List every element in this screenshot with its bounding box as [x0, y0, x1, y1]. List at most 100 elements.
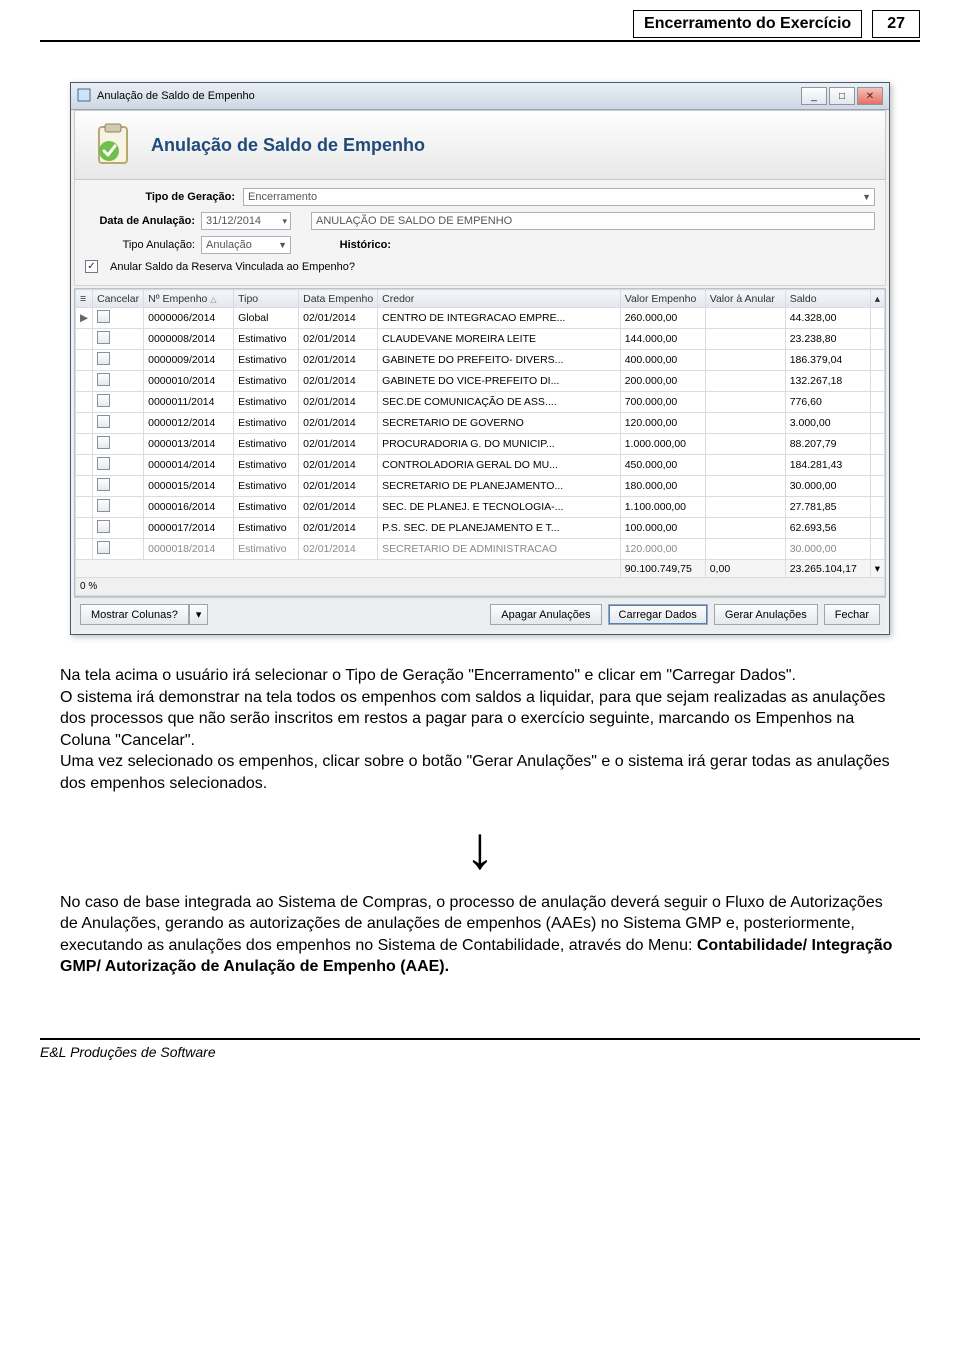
cell-num-empenho: 0000008/2014	[144, 329, 234, 350]
table-row[interactable]: ▶0000006/2014Global02/01/2014CENTRO DE I…	[76, 308, 885, 329]
fechar-button[interactable]: Fechar	[824, 604, 880, 625]
chevron-down-icon: ▾	[282, 216, 287, 227]
col-cancelar[interactable]: Cancelar	[93, 290, 144, 308]
col-tipo[interactable]: Tipo	[234, 290, 299, 308]
cancel-checkbox[interactable]	[97, 499, 110, 512]
table-row[interactable]: 0000018/2014Estimativo02/01/2014SECRETAR…	[76, 539, 885, 560]
cancel-checkbox[interactable]	[97, 331, 110, 344]
row-indicator	[76, 518, 93, 539]
mostrar-colunas-button[interactable]: Mostrar Colunas?	[80, 604, 189, 625]
row-indicator: ▶	[76, 308, 93, 329]
cell-tipo: Estimativo	[234, 497, 299, 518]
cell-tipo: Estimativo	[234, 413, 299, 434]
table-row[interactable]: 0000012/2014Estimativo02/01/2014SECRETAR…	[76, 413, 885, 434]
cell-tipo: Estimativo	[234, 455, 299, 476]
window-maximize-button[interactable]: □	[829, 87, 855, 105]
carregar-dados-button[interactable]: Carregar Dados	[608, 604, 708, 625]
tipo-anulacao-combo[interactable]: Anulação ▼	[201, 236, 291, 254]
scrollbar-track[interactable]	[870, 392, 884, 413]
scrollbar-track[interactable]	[870, 434, 884, 455]
table-row[interactable]: 0000017/2014Estimativo02/01/2014P.S. SEC…	[76, 518, 885, 539]
table-row[interactable]: 0000010/2014Estimativo02/01/2014GABINETE…	[76, 371, 885, 392]
cell-tipo: Estimativo	[234, 329, 299, 350]
instructions-paragraph-1: Na tela acima o usuário irá selecionar o…	[60, 665, 900, 795]
table-row[interactable]: 0000013/2014Estimativo02/01/2014PROCURAD…	[76, 434, 885, 455]
window-close-button[interactable]: ✕	[857, 87, 883, 105]
cancel-checkbox[interactable]	[97, 541, 110, 554]
cell-data-empenho: 02/01/2014	[299, 371, 378, 392]
col-valor-anular[interactable]: Valor à Anular	[705, 290, 785, 308]
cell-saldo: 27.781,85	[785, 497, 870, 518]
maximize-icon: □	[839, 91, 845, 102]
table-row[interactable]: 0000015/2014Estimativo02/01/2014SECRETAR…	[76, 476, 885, 497]
scrollbar-up-icon[interactable]: ▴	[870, 290, 884, 308]
historico-input[interactable]: ANULAÇÃO DE SALDO DE EMPENHO	[311, 212, 875, 230]
scrollbar-track[interactable]	[870, 455, 884, 476]
cell-num-empenho: 0000009/2014	[144, 350, 234, 371]
col-credor[interactable]: Credor	[378, 290, 621, 308]
chevron-down-icon: ▼	[862, 192, 871, 202]
table-row[interactable]: 0000008/2014Estimativo02/01/2014CLAUDEVA…	[76, 329, 885, 350]
window-titlebar[interactable]: Anulação de Saldo de Empenho _ □ ✕	[71, 83, 889, 110]
cell-valor-empenho: 1.100.000,00	[620, 497, 705, 518]
scrollbar-track[interactable]	[870, 329, 884, 350]
cell-tipo: Estimativo	[234, 539, 299, 560]
scrollbar-track[interactable]	[870, 350, 884, 371]
cancel-checkbox[interactable]	[97, 520, 110, 533]
table-row[interactable]: 0000014/2014Estimativo02/01/2014CONTROLA…	[76, 455, 885, 476]
cell-valor-anular	[705, 371, 785, 392]
scrollbar-track[interactable]	[870, 476, 884, 497]
cancel-checkbox[interactable]	[97, 478, 110, 491]
mostrar-colunas-dropdown[interactable]: ▾	[189, 604, 209, 625]
page-number: 27	[872, 10, 920, 38]
scrollbar-track[interactable]	[870, 371, 884, 392]
check-icon: ✓	[87, 261, 95, 272]
row-indicator	[76, 329, 93, 350]
table-row[interactable]: 0000009/2014Estimativo02/01/2014GABINETE…	[76, 350, 885, 371]
grid-totals-row: 90.100.749,75 0,00 23.265.104,17 ▾	[76, 560, 885, 578]
reserva-checkbox[interactable]: ✓	[85, 260, 98, 273]
cancel-checkbox[interactable]	[97, 457, 110, 470]
scrollbar-track[interactable]	[870, 413, 884, 434]
cancel-checkbox[interactable]	[97, 310, 110, 323]
cell-credor: PROCURADORIA G. DO MUNICIP...	[378, 434, 621, 455]
cell-saldo: 132.267,18	[785, 371, 870, 392]
table-row[interactable]: 0000016/2014Estimativo02/01/2014SEC. DE …	[76, 497, 885, 518]
gerar-anulacoes-button[interactable]: Gerar Anulações	[714, 604, 818, 625]
cancel-checkbox[interactable]	[97, 394, 110, 407]
data-anulacao-input[interactable]: 31/12/2014 ▾	[201, 212, 291, 230]
cell-valor-empenho: 120.000,00	[620, 413, 705, 434]
scrollbar-track[interactable]	[870, 497, 884, 518]
cancel-checkbox[interactable]	[97, 352, 110, 365]
scrollbar-track[interactable]	[870, 518, 884, 539]
cancel-checkbox[interactable]	[97, 436, 110, 449]
app-window: Anulação de Saldo de Empenho _ □ ✕ An	[70, 82, 890, 635]
window-minimize-button[interactable]: _	[801, 87, 827, 105]
col-num-empenho[interactable]: Nº Empenho△	[144, 290, 234, 308]
cell-saldo: 3.000,00	[785, 413, 870, 434]
table-row[interactable]: 0000011/2014Estimativo02/01/2014SEC.DE C…	[76, 392, 885, 413]
row-indicator	[76, 350, 93, 371]
col-valor-empenho[interactable]: Valor Empenho	[620, 290, 705, 308]
scrollbar-track[interactable]	[870, 539, 884, 560]
scrollbar-down-icon[interactable]: ▾	[870, 560, 884, 578]
cell-data-empenho: 02/01/2014	[299, 497, 378, 518]
scrollbar-track[interactable]	[870, 308, 884, 329]
col-data-empenho[interactable]: Data Empenho	[299, 290, 378, 308]
apagar-anulacoes-button[interactable]: Apagar Anulações	[490, 604, 601, 625]
cancel-checkbox[interactable]	[97, 415, 110, 428]
col-saldo[interactable]: Saldo	[785, 290, 870, 308]
cancel-checkbox[interactable]	[97, 373, 110, 386]
cell-saldo: 88.207,79	[785, 434, 870, 455]
cell-saldo: 30.000,00	[785, 476, 870, 497]
cell-credor: SECRETARIO DE GOVERNO	[378, 413, 621, 434]
progress-row: 0 %	[76, 578, 885, 596]
row-indicator	[76, 455, 93, 476]
col-row-indicator[interactable]: ≡	[76, 290, 93, 308]
cell-tipo: Estimativo	[234, 392, 299, 413]
cell-valor-anular	[705, 413, 785, 434]
cell-credor: SEC. DE PLANEJ. E TECNOLOGIA-...	[378, 497, 621, 518]
hero-banner: Anulação de Saldo de Empenho	[74, 110, 886, 180]
tipo-geracao-combo[interactable]: Encerramento ▼	[243, 188, 875, 206]
row-indicator	[76, 497, 93, 518]
